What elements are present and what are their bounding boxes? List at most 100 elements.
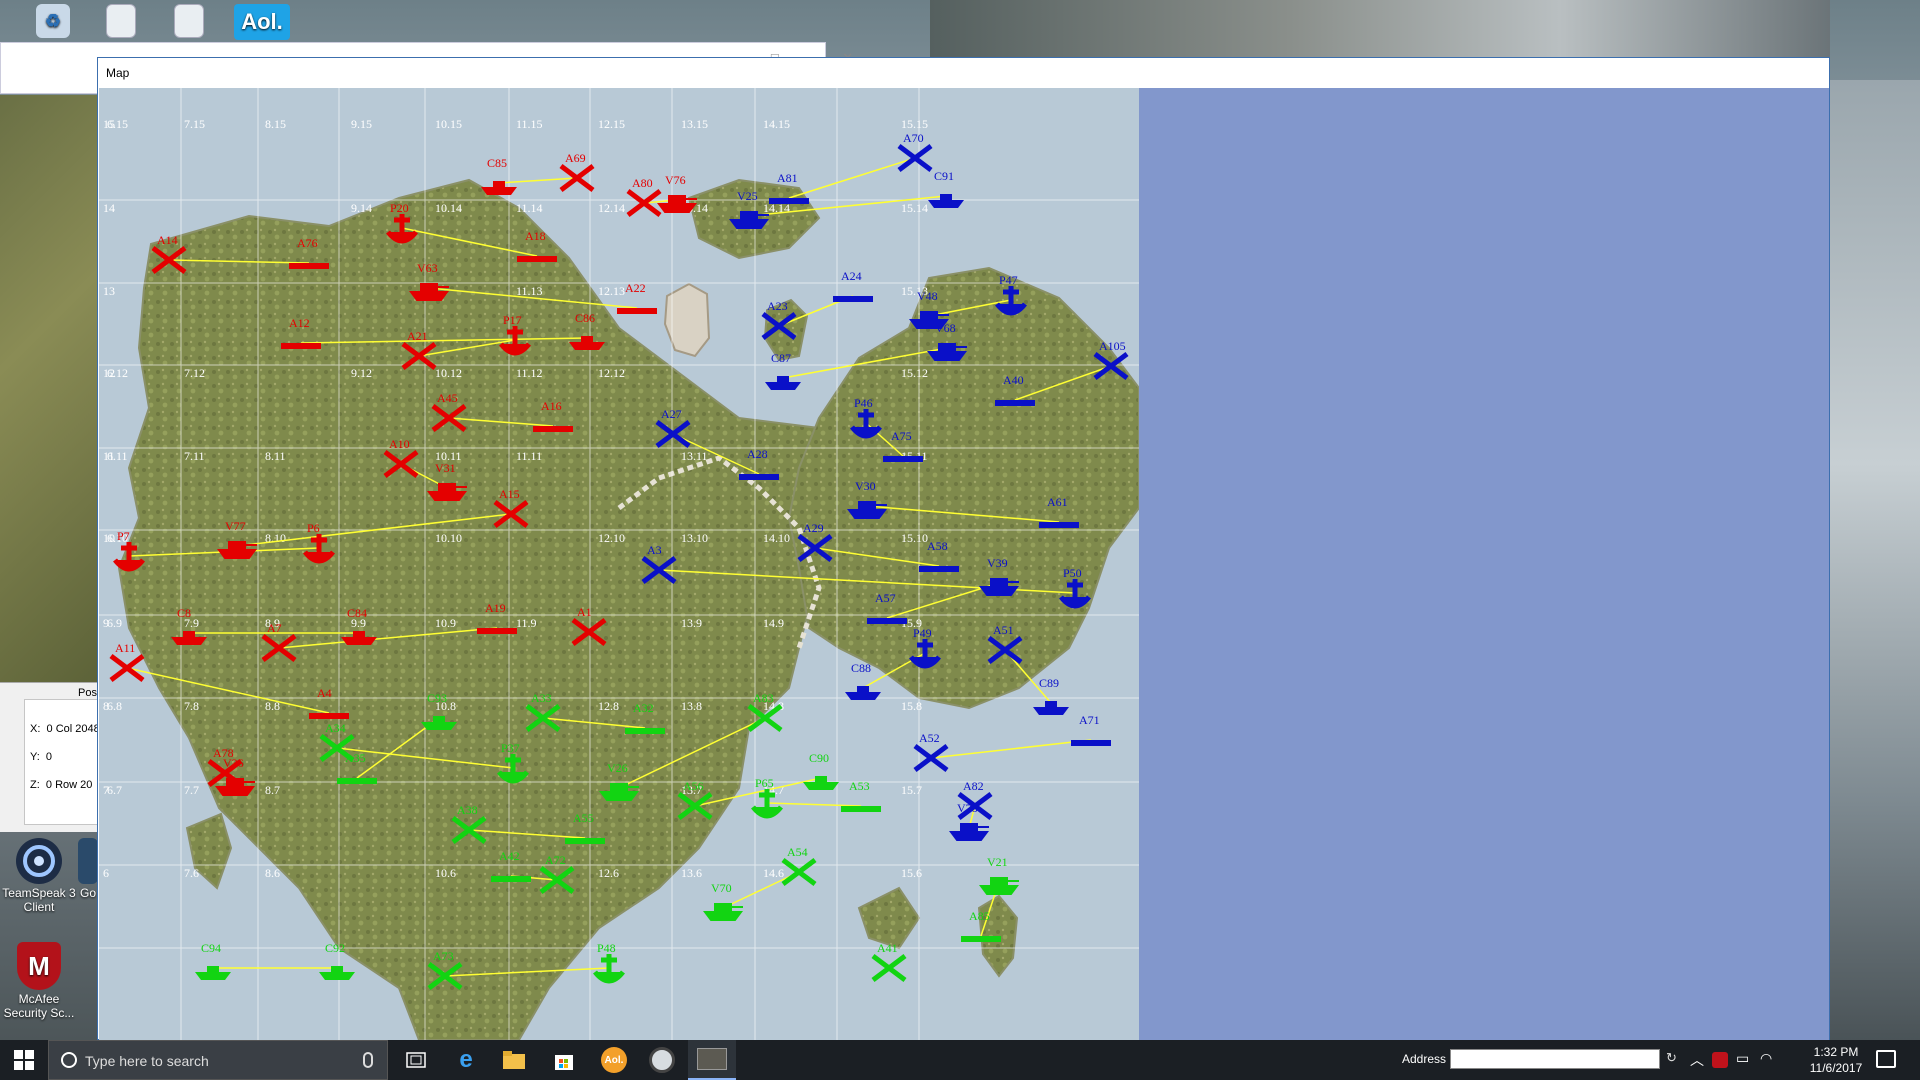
file-shortcut-icon[interactable]	[150, 4, 228, 40]
unit-label: C86	[575, 311, 595, 325]
network-icon[interactable]: ▭	[1736, 1050, 1749, 1067]
unit-label: A14	[157, 233, 178, 247]
unit-label: C92	[325, 941, 345, 955]
grid-cell-label: 12.6	[598, 866, 619, 880]
unit-label: C84	[347, 606, 367, 620]
unit-label: V78	[957, 801, 978, 815]
unit-label: A33	[531, 691, 552, 705]
tactical-map[interactable]: 156.15 7.15 8.15 9.15 10.15 11.15 12.15 13.15 14…	[99, 88, 1139, 1040]
store-taskbar-button[interactable]	[540, 1040, 588, 1080]
task-view-button[interactable]	[392, 1040, 440, 1080]
notification-icon[interactable]	[1876, 1050, 1896, 1068]
unit-label: P47	[999, 273, 1018, 287]
unit-label: V25	[737, 189, 758, 203]
unit-label: P20	[390, 201, 409, 215]
unit-label: A75	[891, 429, 912, 443]
microphone-icon[interactable]	[363, 1052, 373, 1068]
unit-bar-icon	[625, 728, 665, 734]
grid-cell-label: 11.15	[516, 117, 543, 131]
grid-cell-label: 14.6	[763, 866, 784, 880]
file-explorer-taskbar-button[interactable]	[490, 1040, 538, 1080]
grid-cell-label: 15.15	[901, 117, 928, 131]
unit-label: A19	[485, 601, 506, 615]
map-window[interactable]: Map 15 6.15 7.15 8.15 9.15 10.15 11.15 1…	[97, 57, 1830, 1040]
grid-cell-label: 6.8	[107, 699, 122, 713]
grid-cell-label: 12.14	[598, 201, 625, 215]
store-icon	[555, 1055, 573, 1070]
grid-cell-label: 8.6	[265, 866, 280, 880]
grid-cell-label: 7.6	[184, 866, 199, 880]
grid-cell-label: 8.11	[265, 449, 286, 463]
mcafee-tray-icon[interactable]	[1712, 1052, 1728, 1068]
grid-cell-label: 11.13	[516, 284, 543, 298]
aol-taskbar-icon: Aol.	[601, 1047, 627, 1073]
app-icon	[649, 1047, 675, 1073]
grid-cell-label: 15.8	[901, 699, 922, 713]
unit-bar-icon	[995, 400, 1035, 406]
unit-label: V77	[225, 519, 246, 533]
unit-label: A21	[407, 329, 428, 343]
background-map-window-edge	[0, 95, 100, 685]
refresh-icon[interactable]: ↻	[1666, 1050, 1677, 1066]
edge-taskbar-button[interactable]: e	[442, 1040, 490, 1080]
unit-label: A38	[457, 803, 478, 817]
search-box[interactable]: Type here to search	[48, 1040, 388, 1080]
teamspeak-icon	[16, 838, 62, 884]
unit-label: A11	[115, 641, 135, 655]
start-button[interactable]	[0, 1040, 48, 1080]
file-shortcut-icon[interactable]	[82, 4, 160, 40]
map-canvas[interactable]: 15 6.15 7.15 8.15 9.15 10.15 11.15 12.15 13.15 14…	[99, 88, 1139, 1040]
unit-label: A16	[541, 399, 562, 413]
taskbar: Type here to search e Aol. Address ↻ ︿ ▭…	[0, 1040, 1920, 1080]
grid-cell-label: 10.12	[435, 366, 462, 380]
unit-bar-icon	[739, 474, 779, 480]
teamspeak-label: TeamSpeak 3 Client	[2, 886, 76, 914]
unit-label: A73	[433, 949, 454, 963]
unit-bar-icon	[1071, 740, 1111, 746]
unit-bar-icon	[281, 343, 321, 349]
unit-label: P48	[597, 941, 616, 955]
grid-cell-label: 8.15	[265, 117, 286, 131]
grid-cell-label: 11.11	[516, 449, 542, 463]
aol-desktop-icon[interactable]: Aol.	[232, 4, 292, 42]
mcafee-desktop-icon[interactable]: M McAfee Security Sc...	[0, 942, 78, 1020]
y-readout: Y: 0	[30, 751, 52, 763]
unit-label: C88	[851, 661, 871, 675]
unit-bar-icon	[769, 198, 809, 204]
unit-label: A23	[767, 299, 788, 313]
unit-label: C94	[201, 941, 221, 955]
unit-label: A34	[325, 721, 346, 735]
unit-label: P49	[913, 626, 932, 640]
grid-cell-label: 6.15	[107, 117, 128, 131]
unit-bar-icon	[1039, 522, 1079, 528]
aol-taskbar-button[interactable]: Aol.	[590, 1040, 638, 1080]
grid-cell-label: 13.9	[681, 616, 702, 630]
grid-cell-label: 7.11	[184, 449, 205, 463]
unit-label: A24	[841, 269, 862, 283]
clock[interactable]: 1:32 PM 11/6/2017	[1804, 1044, 1868, 1076]
windows-icon	[14, 1050, 34, 1070]
unit-label: A71	[1079, 713, 1100, 727]
folder-icon	[503, 1051, 525, 1069]
unit-label: A54	[787, 845, 808, 859]
z-label: Z:	[30, 779, 40, 791]
unit-label: P65	[755, 776, 774, 790]
grid-cell-label: 12.15	[598, 117, 625, 131]
unit-label: A22	[625, 281, 646, 295]
z-readout: Z: 0 Row 20	[30, 779, 92, 791]
map-app-taskbar-button[interactable]	[688, 1040, 736, 1080]
unit-label: V70	[711, 881, 732, 895]
unit-label: A3	[647, 543, 662, 557]
unit-label: A55	[573, 811, 594, 825]
grid-cell-label: 11.14	[516, 201, 543, 215]
chevron-up-icon[interactable]: ︿	[1690, 1050, 1704, 1070]
teamspeak-desktop-icon[interactable]: TeamSpeak 3 Client	[0, 838, 78, 914]
unit-label: P17	[503, 313, 522, 327]
wifi-icon[interactable]: ◠	[1760, 1050, 1772, 1067]
steam-taskbar-button[interactable]	[638, 1040, 686, 1080]
grid-cell-label: 9.14	[351, 201, 372, 215]
grid-cell-label: 12.10	[598, 531, 625, 545]
recycle-bin-icon[interactable]: ♻	[14, 4, 92, 40]
address-input[interactable]	[1450, 1049, 1660, 1069]
unit-label: A85	[969, 909, 990, 923]
